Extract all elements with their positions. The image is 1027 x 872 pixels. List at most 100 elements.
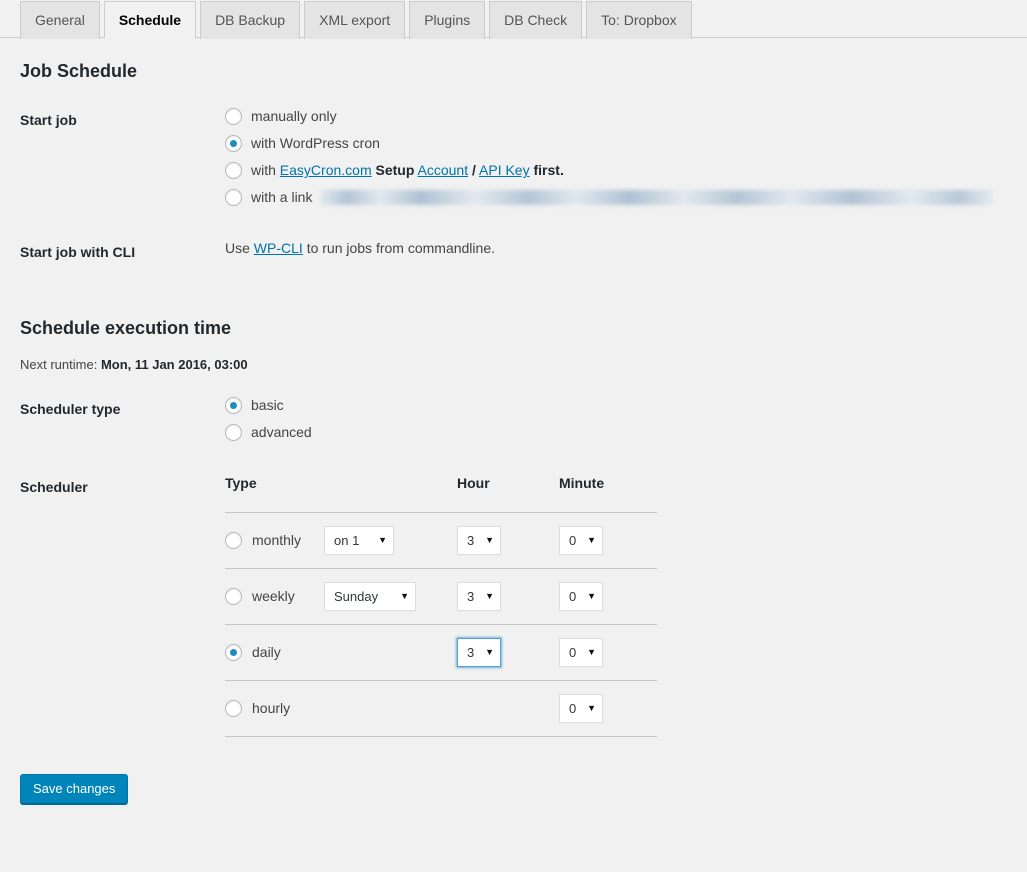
scheduler-table: Type Hour Minute monthly on 1 ▼ 3 ▼ 0 ▼ … — [225, 472, 657, 737]
submit-area: Save changes — [0, 752, 1027, 804]
select-monthly-hour-value: 3 — [467, 532, 475, 548]
cli-text: Use WP-CLI to run jobs from commandline. — [225, 240, 495, 256]
select-monthly-minute-value: 0 — [569, 532, 577, 548]
radio-with-a-link[interactable] — [225, 189, 242, 207]
start-option-easycron[interactable]: with EasyCron.com Setup Account / API Ke… — [225, 160, 997, 181]
select-monthly-day[interactable]: on 1 ▼ — [324, 525, 394, 555]
table-row: monthly on 1 ▼ 3 ▼ 0 ▼ — [225, 512, 657, 569]
caret-down-icon: ▼ — [587, 646, 596, 657]
select-hourly-minute-value: 0 — [569, 700, 577, 716]
radio-weekly[interactable] — [225, 587, 242, 605]
start-option-manual[interactable]: manually only — [225, 106, 997, 127]
caret-down-icon: ▼ — [485, 646, 494, 657]
radio-manual-only[interactable] — [225, 108, 242, 126]
row-hour-hourly — [457, 680, 559, 737]
execution-time-heading: Schedule execution time — [20, 317, 232, 338]
row-minute-hourly: 0 ▼ — [559, 680, 657, 737]
redacted-link-url[interactable] — [320, 190, 994, 206]
caret-down-icon: ▼ — [587, 534, 596, 545]
cli-suffix: to run jobs from commandline. — [306, 240, 495, 257]
tab-general[interactable]: General — [20, 1, 100, 39]
select-monthly-minute[interactable]: 0 ▼ — [559, 525, 603, 555]
select-weekly-minute[interactable]: 0 ▼ — [559, 581, 603, 611]
save-changes-button[interactable]: Save changes — [20, 773, 129, 804]
radio-type-advanced[interactable] — [225, 423, 242, 441]
row-label-weekly: weekly — [252, 587, 295, 604]
start-option-wpcron[interactable]: with WordPress cron — [225, 133, 997, 154]
next-runtime-label: Next runtime: — [20, 356, 98, 372]
radio-monthly[interactable] — [225, 531, 242, 549]
scheduler-type-label: Scheduler type — [20, 400, 121, 417]
next-runtime-value: Mon, 11 Jan 2016, 03:00 — [100, 356, 248, 372]
tab-db-check[interactable]: DB Check — [489, 1, 583, 39]
tab-to-dropbox[interactable]: To: Dropbox — [586, 1, 692, 39]
start-option-link[interactable]: with a link — [225, 187, 997, 208]
radio-wordpress-cron[interactable] — [225, 135, 242, 153]
row-label-daily: daily — [252, 643, 281, 660]
scheduler-form-table: Scheduler type basic advanced Scheduler — [20, 380, 1007, 752]
row-minute-daily: 0 ▼ — [559, 624, 657, 681]
row-hour-weekly: 3 ▼ — [457, 568, 559, 625]
start-job-form-table: Start job manually only with WordPress c… — [20, 91, 1007, 281]
column-header-hour: Hour — [457, 472, 559, 513]
select-weekly-hour-value: 3 — [467, 588, 475, 604]
cli-label: Start job with CLI — [20, 244, 136, 261]
start-job-label: Start job — [20, 112, 77, 129]
scheduler-type-options: basic advanced — [225, 380, 1007, 458]
scheduler-type-row: Scheduler type basic advanced — [20, 380, 1007, 458]
easycron-separator: / — [472, 162, 476, 179]
radio-type-basic[interactable] — [225, 396, 242, 414]
start-job-options: manually only with WordPress cron with E… — [225, 91, 1007, 223]
easycron-suffix: first. — [533, 162, 564, 179]
easycron-text: with EasyCron.com Setup Account / API Ke… — [251, 160, 564, 181]
radio-hourly[interactable] — [225, 699, 242, 717]
tab-plugins[interactable]: Plugins — [409, 1, 486, 39]
row-label-hourly: hourly — [252, 699, 291, 716]
select-weekly-day-value: Sunday — [334, 588, 379, 604]
cli-description: Use WP-CLI to run jobs from commandline. — [225, 223, 1007, 281]
radio-daily[interactable] — [225, 643, 242, 661]
easycron-apikey-link[interactable]: API Key — [479, 162, 530, 178]
radio-easycron[interactable] — [225, 162, 242, 180]
scheduler-row: Scheduler Type Hour Minute monthly on 1 … — [20, 458, 1007, 752]
tab-schedule[interactable]: Schedule — [103, 1, 197, 39]
start-job-row: Start job manually only with WordPress c… — [20, 91, 1007, 223]
row-label-monthly: monthly — [252, 531, 302, 548]
table-row: weekly Sunday ▼ 3 ▼ 0 ▼ — [225, 568, 657, 625]
select-weekly-minute-value: 0 — [569, 588, 577, 604]
settings-content: Job Schedule Start job manually only wit… — [0, 60, 1027, 752]
easycron-account-link[interactable]: Account — [418, 162, 469, 178]
row-hour-monthly: 3 ▼ — [457, 512, 559, 569]
scheduler-table-cell: Type Hour Minute monthly on 1 ▼ 3 ▼ 0 ▼ … — [225, 458, 1007, 752]
scheduler-type-advanced[interactable]: advanced — [225, 422, 997, 443]
table-row: daily 3 ▼ 0 ▼ — [225, 624, 657, 681]
row-type-weekly: weekly Sunday ▼ — [225, 568, 457, 625]
tab-bar: General Schedule DB Backup XML export Pl… — [0, 0, 1027, 39]
select-hourly-minute[interactable]: 0 ▼ — [559, 693, 603, 723]
column-header-minute: Minute — [559, 472, 657, 513]
easycron-prefix: with — [251, 162, 276, 179]
scheduler-type-basic[interactable]: basic — [225, 395, 997, 416]
select-weekly-day[interactable]: Sunday ▼ — [324, 581, 416, 611]
caret-down-icon: ▼ — [378, 534, 387, 545]
select-weekly-hour[interactable]: 3 ▼ — [457, 581, 501, 611]
row-type-daily: daily — [225, 624, 457, 681]
row-type-hourly: hourly — [225, 680, 457, 737]
tab-db-backup[interactable]: DB Backup — [200, 1, 301, 39]
select-daily-minute[interactable]: 0 ▼ — [559, 637, 603, 667]
select-daily-hour[interactable]: 3 ▼ — [457, 637, 501, 667]
row-minute-weekly: 0 ▼ — [559, 568, 657, 625]
scheduler-label: Scheduler — [20, 478, 88, 495]
select-monthly-day-value: on 1 — [334, 532, 360, 548]
caret-down-icon: ▼ — [587, 702, 596, 713]
select-monthly-hour[interactable]: 3 ▼ — [457, 525, 501, 555]
caret-down-icon: ▼ — [587, 590, 596, 601]
caret-down-icon: ▼ — [400, 590, 409, 601]
wp-cli-link[interactable]: WP-CLI — [254, 240, 303, 256]
cli-prefix: Use — [225, 240, 250, 257]
row-type-monthly: monthly on 1 ▼ — [225, 512, 457, 569]
caret-down-icon: ▼ — [485, 534, 494, 545]
tab-xml-export[interactable]: XML export — [304, 1, 406, 39]
easycron-link[interactable]: EasyCron.com — [280, 162, 372, 178]
next-runtime: Next runtime: Mon, 11 Jan 2016, 03:00 — [20, 357, 1007, 372]
